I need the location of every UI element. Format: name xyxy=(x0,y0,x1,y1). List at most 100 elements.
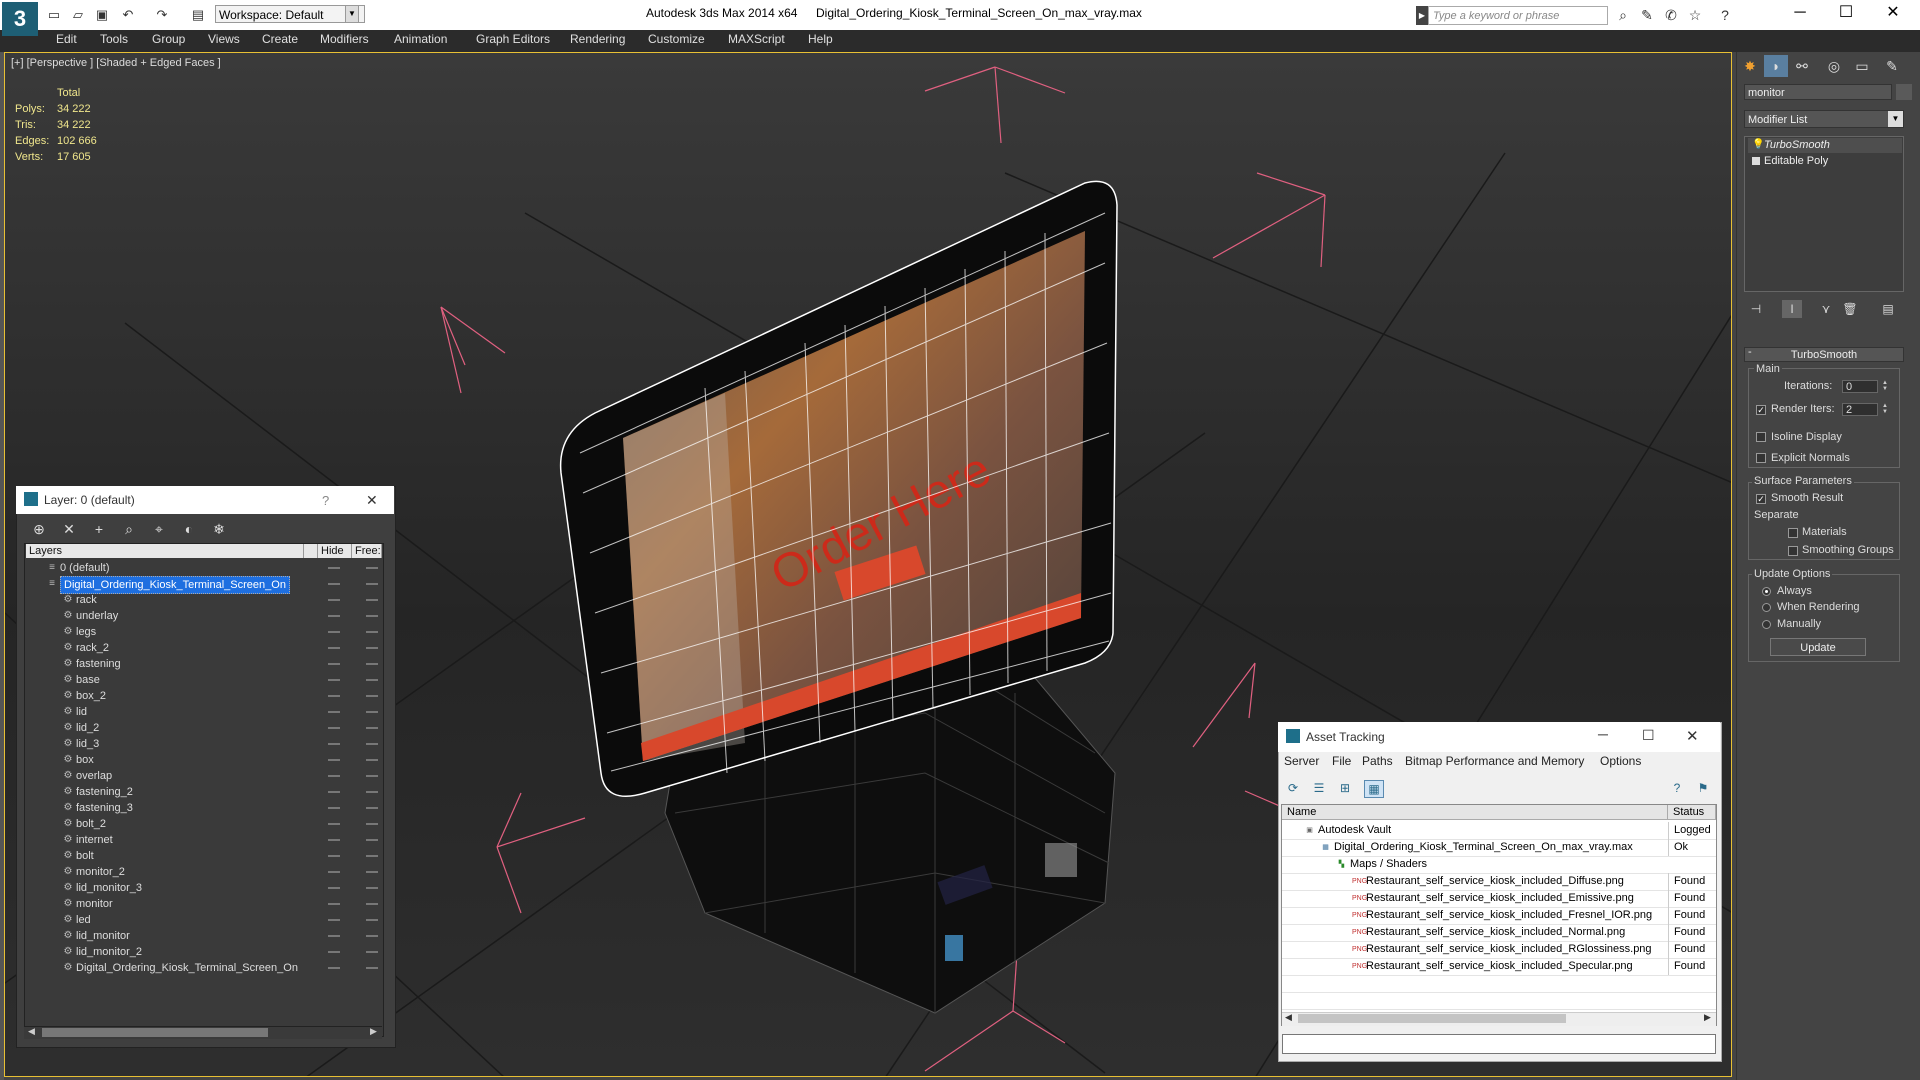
object-row[interactable]: ⚙ legs xyxy=(24,624,382,640)
status-column-header[interactable]: Status xyxy=(1668,805,1716,820)
close-window-button[interactable]: ✕ xyxy=(1870,0,1916,28)
chevron-down-icon[interactable]: ▼ xyxy=(345,5,359,23)
layer-window-titlebar[interactable]: Layer: 0 (default) ? ✕ xyxy=(16,486,394,514)
asset-window-titlebar[interactable]: Asset Tracking ─ ☐ ✕ xyxy=(1278,722,1720,752)
object-name-field[interactable]: monitor xyxy=(1744,84,1892,100)
menu-create[interactable]: Create xyxy=(262,32,298,46)
favorites-star-icon[interactable]: ☆ xyxy=(1686,7,1704,24)
minimize-button[interactable]: ─ xyxy=(1598,726,1608,742)
object-row[interactable]: ⚙ lid_3 xyxy=(24,736,382,752)
hierarchy-tab-icon[interactable]: ⚯ xyxy=(1790,55,1814,77)
hide-toggle[interactable] xyxy=(328,743,340,745)
minimize-button[interactable]: ─ xyxy=(1777,0,1823,28)
object-row[interactable]: ⚙ box_2 xyxy=(24,688,382,704)
hide-toggle[interactable] xyxy=(328,967,340,969)
binoculars-icon[interactable]: ⌕ xyxy=(1614,7,1632,24)
hide-toggle[interactable] xyxy=(328,727,340,729)
object-row[interactable]: ⚙ fastening_2 xyxy=(24,784,382,800)
object-row[interactable]: ⚙ overlap xyxy=(24,768,382,784)
freeze-toggle[interactable] xyxy=(366,663,378,665)
smooth-result-checkbox[interactable]: ✓ xyxy=(1756,494,1766,504)
object-row[interactable]: ⚙ underlay xyxy=(24,608,382,624)
object-row[interactable]: ⚙ base xyxy=(24,672,382,688)
make-unique-icon[interactable]: ⋎ xyxy=(1816,300,1836,318)
update-button[interactable]: Update xyxy=(1770,638,1866,656)
menu-rendering[interactable]: Rendering xyxy=(570,32,625,46)
show-end-result-icon[interactable]: I xyxy=(1782,300,1802,318)
freeze-toggle[interactable] xyxy=(366,727,378,729)
menu-animation[interactable]: Animation xyxy=(394,32,447,46)
close-icon[interactable]: ✕ xyxy=(366,492,378,509)
new-file-icon[interactable]: ▭ xyxy=(46,7,62,23)
maximize-button[interactable]: ☐ xyxy=(1642,727,1655,744)
configure-modifier-sets-icon[interactable]: ▤ xyxy=(1878,300,1898,318)
search-expand-icon[interactable]: ▶ xyxy=(1416,6,1428,25)
hide-toggle[interactable] xyxy=(328,631,340,633)
freeze-toggle[interactable] xyxy=(366,887,378,889)
freeze-toggle[interactable] xyxy=(366,807,378,809)
asset-row[interactable]: ▣ Autodesk Vault Logged xyxy=(1282,822,1716,840)
when-rendering-radio[interactable] xyxy=(1762,603,1771,612)
object-row[interactable]: ⚙ fastening_3 xyxy=(24,800,382,816)
redo-icon[interactable]: ↷ xyxy=(154,7,170,23)
menu-group[interactable]: Group xyxy=(152,32,185,46)
undo-icon[interactable]: ↶ xyxy=(120,7,136,23)
hide-toggle[interactable] xyxy=(328,583,340,585)
hide-toggle[interactable] xyxy=(328,599,340,601)
freeze-toggle[interactable] xyxy=(366,967,378,969)
explicit-normals-checkbox[interactable] xyxy=(1756,453,1766,463)
freeze-toggle[interactable] xyxy=(366,743,378,745)
hide-toggle[interactable] xyxy=(328,807,340,809)
freeze-toggle[interactable] xyxy=(366,919,378,921)
table-view-icon[interactable]: ⊞ xyxy=(1336,780,1354,796)
help-icon[interactable]: ? xyxy=(1716,7,1734,24)
spinner-arrows-icon[interactable]: ▲ ▼ xyxy=(1880,380,1890,393)
stack-item-turbosmooth[interactable]: TurboSmooth xyxy=(1748,138,1902,153)
render-iters-checkbox[interactable]: ✓ xyxy=(1756,405,1766,415)
freeze-all-icon[interactable]: ❄ xyxy=(208,520,230,538)
freeze-toggle[interactable] xyxy=(366,711,378,713)
utilities-tab-icon[interactable]: ✎ xyxy=(1880,55,1904,77)
freeze-toggle[interactable] xyxy=(366,615,378,617)
freeze-toggle[interactable] xyxy=(366,791,378,793)
freeze-toggle[interactable] xyxy=(366,823,378,825)
asset-row[interactable]: PNG Restaurant_self_service_kiosk_include… xyxy=(1282,907,1716,925)
hide-toggle[interactable] xyxy=(328,951,340,953)
freeze-toggle[interactable] xyxy=(366,839,378,841)
freeze-toggle[interactable] xyxy=(366,759,378,761)
layer-row-default[interactable]: ≡ 0 (default) xyxy=(24,560,382,576)
object-row[interactable]: ⚙ bolt_2 xyxy=(24,816,382,832)
asset-row[interactable]: PNG Restaurant_self_service_kiosk_include… xyxy=(1282,890,1716,908)
menu-help[interactable]: Help xyxy=(808,32,833,46)
object-row[interactable]: ⚙ rack xyxy=(24,592,382,608)
asset-row[interactable]: ▚ Maps / Shaders xyxy=(1282,856,1716,874)
scrollbar-thumb[interactable] xyxy=(42,1028,268,1037)
workspace-dropdown[interactable]: Workspace: Default xyxy=(215,5,365,23)
refresh-icon[interactable]: ⟳ xyxy=(1284,780,1302,796)
freeze-toggle[interactable] xyxy=(366,903,378,905)
object-color-swatch[interactable] xyxy=(1896,84,1912,100)
iterations-spinner[interactable]: 0 xyxy=(1842,380,1878,393)
hide-toggle[interactable] xyxy=(328,871,340,873)
help-icon[interactable]: ? xyxy=(1668,780,1686,796)
object-row[interactable]: ⚙ lid_2 xyxy=(24,720,382,736)
spinner-arrows-icon[interactable]: ▲ ▼ xyxy=(1880,403,1890,416)
scroll-right-icon[interactable]: ▶ xyxy=(1704,1012,1711,1023)
scrollbar-thumb[interactable] xyxy=(1298,1014,1566,1023)
remove-modifier-icon[interactable]: 🗑 xyxy=(1840,300,1860,318)
freeze-toggle[interactable] xyxy=(366,647,378,649)
app-logo[interactable]: 3 xyxy=(2,2,38,36)
object-row[interactable]: ⚙ internet xyxy=(24,832,382,848)
hide-toggle[interactable] xyxy=(328,855,340,857)
hide-toggle[interactable] xyxy=(328,759,340,761)
hide-toggle[interactable] xyxy=(328,567,340,569)
save-icon[interactable]: ▣ xyxy=(94,7,110,23)
project-folder-icon[interactable]: ▤ xyxy=(190,7,206,23)
scroll-left-icon[interactable]: ◀ xyxy=(28,1026,35,1037)
hide-column-header[interactable]: Hide xyxy=(318,544,352,558)
freeze-toggle[interactable] xyxy=(366,775,378,777)
turbosmooth-rollout-header[interactable]: TurboSmooth xyxy=(1744,347,1904,362)
viewport-label[interactable]: [+] [Perspective ] [Shaded + Edged Faces… xyxy=(11,57,221,69)
freeze-toggle[interactable] xyxy=(366,695,378,697)
menu-bitmap-performance[interactable]: Bitmap Performance and Memory xyxy=(1405,754,1584,768)
